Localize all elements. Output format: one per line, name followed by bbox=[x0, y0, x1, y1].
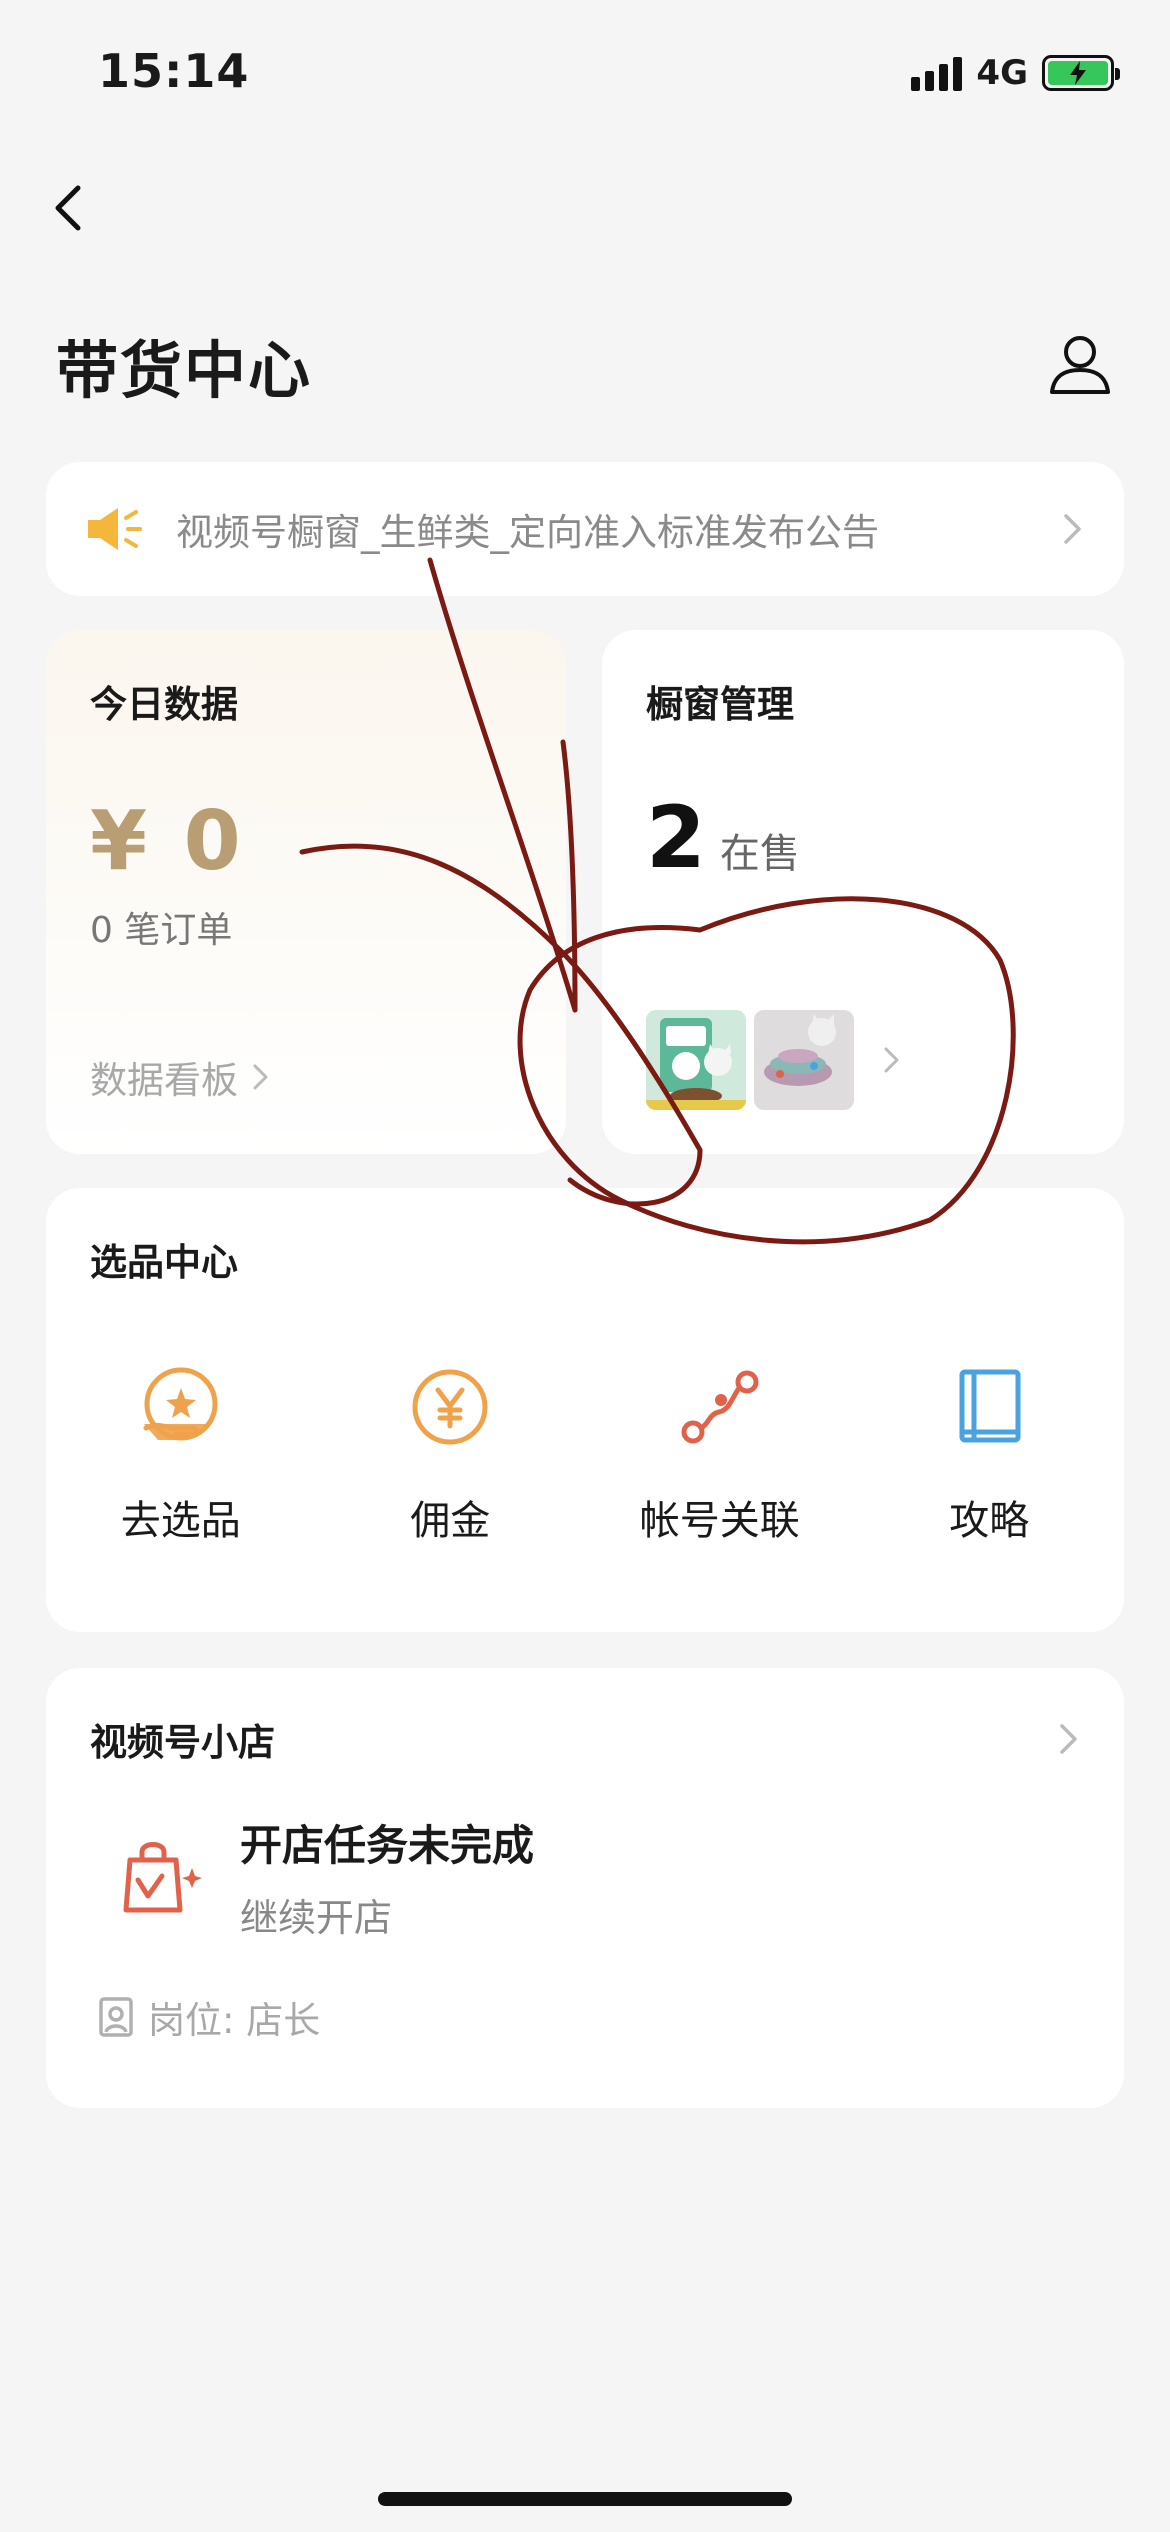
signal-icon bbox=[911, 55, 963, 91]
today-data-card[interactable]: 今日数据 ¥ 0 0 笔订单 数据看板 bbox=[46, 630, 566, 1154]
shop-setup-task[interactable]: 开店任务未完成 继续开店 bbox=[118, 1812, 534, 1942]
product-thumbnail-cat-toy[interactable] bbox=[754, 1010, 854, 1110]
on-sale-label: 在售 bbox=[719, 831, 800, 877]
today-amount: ¥ 0 bbox=[90, 794, 245, 889]
link-nodes-icon bbox=[681, 1370, 759, 1444]
book-icon bbox=[959, 1369, 1021, 1443]
selection-center-title: 选品中心 bbox=[90, 1241, 238, 1284]
megaphone-icon bbox=[88, 508, 142, 550]
status-indicators: 4G bbox=[911, 50, 1120, 96]
user-icon bbox=[1050, 336, 1110, 394]
chevron-left-icon bbox=[55, 185, 81, 231]
today-orders: 0 笔订单 bbox=[90, 910, 233, 951]
select-products-button[interactable]: 去选品 bbox=[46, 1366, 316, 1546]
announcement-banner[interactable]: 视频号橱窗_生鲜类_定向准入标准发布公告 bbox=[46, 462, 1124, 596]
on-sale-count: 2 在售 bbox=[646, 788, 1080, 888]
on-sale-number: 2 bbox=[646, 788, 706, 888]
shop-task-subtitle: 继续开店 bbox=[240, 1896, 393, 1940]
network-type: 4G bbox=[976, 53, 1028, 93]
battery-icon bbox=[1042, 55, 1120, 91]
yen-coin-icon bbox=[412, 1369, 488, 1445]
shopping-bag-icon bbox=[123, 1842, 202, 1913]
hand-star-icon bbox=[143, 1367, 218, 1441]
status-time: 15:14 bbox=[98, 44, 250, 98]
chevron-right-icon bbox=[1064, 514, 1081, 544]
selection-center-card: 选品中心 去选品 佣金 帐号关联 攻略 bbox=[46, 1188, 1124, 1632]
page-title: 带货中心 bbox=[56, 334, 313, 407]
chevron-right-icon bbox=[884, 1047, 899, 1073]
window-management-card[interactable]: 橱窗管理 2 在售 bbox=[602, 630, 1124, 1154]
announcement-text: 视频号橱窗_生鲜类_定向准入标准发布公告 bbox=[176, 511, 879, 554]
chevron-right-icon bbox=[253, 1064, 268, 1090]
guide-button[interactable]: 攻略 bbox=[855, 1366, 1125, 1546]
today-data-title: 今日数据 bbox=[90, 683, 238, 726]
account-link-label: 帐号关联 bbox=[639, 1498, 800, 1544]
data-dashboard-label: 数据看板 bbox=[90, 1059, 238, 1102]
commission-label: 佣金 bbox=[410, 1498, 491, 1544]
chevron-right-icon bbox=[1060, 1724, 1077, 1754]
back-button[interactable] bbox=[44, 178, 100, 238]
window-management-title: 橱窗管理 bbox=[646, 683, 794, 726]
product-thumbnails[interactable] bbox=[646, 1010, 908, 1110]
video-shop-card[interactable]: 视频号小店 开店任务未完成 继续开店 岗位: 店长 bbox=[46, 1668, 1124, 2108]
product-thumbnail-cat-food[interactable] bbox=[646, 1010, 746, 1110]
shop-role: 岗位: 店长 bbox=[98, 1990, 320, 2044]
guide-label: 攻略 bbox=[949, 1498, 1030, 1544]
home-indicator[interactable] bbox=[378, 2492, 792, 2506]
shop-role-text: 岗位: 店长 bbox=[148, 1999, 321, 2042]
data-dashboard-link[interactable]: 数据看板 bbox=[90, 1050, 270, 1104]
video-shop-title: 视频号小店 bbox=[90, 1721, 275, 1764]
commission-button[interactable]: 佣金 bbox=[316, 1366, 586, 1546]
account-link-button[interactable]: 帐号关联 bbox=[585, 1366, 855, 1546]
select-products-label: 去选品 bbox=[120, 1498, 241, 1544]
id-badge-icon bbox=[99, 1997, 133, 2037]
profile-button[interactable] bbox=[1046, 330, 1114, 398]
shop-task-title: 开店任务未完成 bbox=[240, 1821, 535, 1870]
